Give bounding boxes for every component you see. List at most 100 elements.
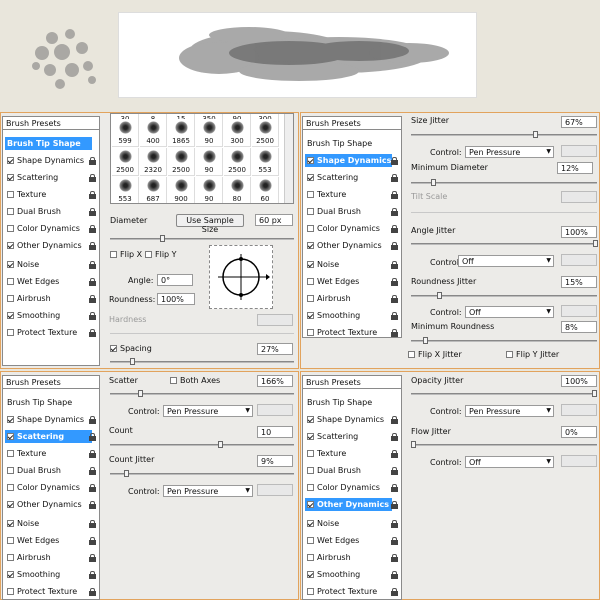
option-scattering[interactable]: Scattering bbox=[5, 171, 97, 184]
brush-tip-thumb[interactable]: 2500 bbox=[224, 148, 251, 176]
lock-icon[interactable] bbox=[89, 450, 96, 458]
lock-icon[interactable] bbox=[391, 329, 398, 337]
option-other-dynamics[interactable]: Other Dynamics bbox=[5, 239, 97, 252]
brush-tip-thumb[interactable]: 553 bbox=[112, 177, 139, 203]
brush-tip-thumb[interactable]: 2500 bbox=[252, 119, 279, 147]
checkbox[interactable] bbox=[7, 208, 14, 215]
spacing-checkbox[interactable]: Spacing bbox=[108, 344, 152, 353]
lock-icon[interactable] bbox=[89, 208, 96, 216]
flow-control-select[interactable]: Off bbox=[465, 456, 554, 468]
checkbox[interactable] bbox=[7, 157, 14, 164]
option-airbrush[interactable]: Airbrush bbox=[305, 292, 397, 305]
option-color-dynamics[interactable]: Color Dynamics bbox=[5, 222, 97, 235]
flip-y-jitter-checkbox[interactable]: Flip Y Jitter bbox=[504, 350, 559, 359]
lock-icon[interactable] bbox=[391, 225, 398, 233]
brush-presets-header[interactable]: Brush Presets bbox=[303, 376, 401, 389]
lock-icon[interactable] bbox=[391, 242, 398, 250]
count-input[interactable]: 10 bbox=[257, 426, 293, 438]
minimum-diameter-input[interactable]: 12% bbox=[557, 162, 593, 174]
angle-roundness-widget[interactable] bbox=[209, 245, 273, 309]
option-shape-dynamics[interactable]: Shape Dynamics bbox=[305, 413, 397, 426]
slider-thumb[interactable] bbox=[138, 390, 143, 397]
lock-icon[interactable] bbox=[391, 416, 398, 424]
option-dual-brush[interactable]: Dual Brush bbox=[5, 205, 97, 218]
roundness-jitter-slider[interactable] bbox=[411, 292, 597, 299]
lock-icon[interactable] bbox=[89, 520, 96, 528]
lock-icon[interactable] bbox=[89, 416, 96, 424]
option-wet-edges[interactable]: Wet Edges bbox=[305, 534, 397, 547]
option-texture[interactable]: Texture bbox=[305, 188, 397, 201]
checkbox[interactable] bbox=[7, 329, 14, 336]
diameter-slider[interactable] bbox=[110, 235, 294, 242]
slider-thumb[interactable] bbox=[411, 441, 416, 448]
brush-tip-thumb[interactable]: 90 bbox=[196, 148, 223, 176]
option-dual-brush[interactable]: Dual Brush bbox=[305, 464, 397, 477]
thumbnail-scrollbar[interactable] bbox=[284, 114, 293, 203]
lock-icon[interactable] bbox=[89, 261, 96, 269]
checkbox[interactable] bbox=[7, 174, 14, 181]
lock-icon[interactable] bbox=[391, 588, 398, 596]
lock-icon[interactable] bbox=[89, 295, 96, 303]
option-shape-dynamics[interactable]: Shape Dynamics bbox=[5, 154, 97, 167]
option-smoothing[interactable]: Smoothing bbox=[5, 568, 97, 581]
option-smoothing[interactable]: Smoothing bbox=[305, 568, 397, 581]
option-protect-texture[interactable]: Protect Texture bbox=[305, 585, 397, 598]
slider-thumb[interactable] bbox=[431, 179, 436, 186]
lock-icon[interactable] bbox=[391, 450, 398, 458]
lock-icon[interactable] bbox=[391, 208, 398, 216]
option-color-dynamics[interactable]: Color Dynamics bbox=[5, 481, 97, 494]
count-jitter-input[interactable]: 9% bbox=[257, 455, 293, 467]
roundness-input[interactable]: 100% bbox=[157, 293, 195, 305]
brush-tip-thumb[interactable]: 400 bbox=[140, 119, 167, 147]
flow-jitter-input[interactable]: 0% bbox=[561, 426, 597, 438]
option-wet-edges[interactable]: Wet Edges bbox=[5, 275, 97, 288]
count-slider[interactable] bbox=[110, 441, 294, 448]
lock-icon[interactable] bbox=[391, 501, 398, 509]
size-jitter-slider[interactable] bbox=[411, 131, 597, 138]
option-wet-edges[interactable]: Wet Edges bbox=[5, 534, 97, 547]
lock-icon[interactable] bbox=[89, 191, 96, 199]
lock-icon[interactable] bbox=[89, 312, 96, 320]
option-texture[interactable]: Texture bbox=[5, 188, 97, 201]
checkbox[interactable] bbox=[7, 261, 14, 268]
checkbox[interactable] bbox=[7, 295, 14, 302]
lock-icon[interactable] bbox=[391, 554, 398, 562]
brush-presets-header[interactable]: Brush Presets bbox=[303, 117, 401, 130]
lock-icon[interactable] bbox=[391, 261, 398, 269]
brush-presets-header[interactable]: Brush Presets bbox=[3, 376, 99, 389]
lock-icon[interactable] bbox=[89, 537, 96, 545]
option-scattering[interactable]: Scattering bbox=[305, 430, 397, 443]
option-noise[interactable]: Noise bbox=[305, 517, 397, 530]
lock-icon[interactable] bbox=[89, 484, 96, 492]
angle-control-select[interactable]: Off bbox=[458, 255, 554, 267]
option-noise[interactable]: Noise bbox=[305, 258, 397, 271]
slider-thumb[interactable] bbox=[593, 240, 598, 247]
lock-icon[interactable] bbox=[89, 433, 96, 441]
brush-tip-thumb[interactable]: 90 bbox=[196, 119, 223, 147]
tab-brush-tip-shape[interactable]: Brush Tip Shape bbox=[305, 137, 397, 150]
slider-thumb[interactable] bbox=[124, 470, 129, 477]
diameter-input[interactable]: 60 px bbox=[255, 214, 293, 226]
flip-y-checkbox[interactable]: Flip Y bbox=[143, 250, 177, 259]
angle-jitter-slider[interactable] bbox=[411, 240, 598, 247]
option-scattering[interactable]: Scattering bbox=[5, 430, 92, 443]
option-color-dynamics[interactable]: Color Dynamics bbox=[305, 222, 397, 235]
lock-icon[interactable] bbox=[391, 312, 398, 320]
spacing-slider[interactable] bbox=[110, 358, 294, 365]
lock-icon[interactable] bbox=[89, 174, 96, 182]
size-jitter-input[interactable]: 67% bbox=[561, 116, 597, 128]
lock-icon[interactable] bbox=[391, 174, 398, 182]
brush-tip-thumb[interactable]: 300 bbox=[224, 119, 251, 147]
option-wet-edges[interactable]: Wet Edges bbox=[305, 275, 397, 288]
brush-tip-thumb[interactable]: 687 bbox=[140, 177, 167, 203]
angle-input[interactable]: 0° bbox=[157, 274, 193, 286]
option-other-dynamics[interactable]: Other Dynamics bbox=[5, 498, 97, 511]
option-protect-texture[interactable]: Protect Texture bbox=[305, 326, 397, 339]
brush-tip-thumb[interactable]: 900 bbox=[168, 177, 195, 203]
option-dual-brush[interactable]: Dual Brush bbox=[5, 464, 97, 477]
option-shape-dynamics[interactable]: Shape Dynamics bbox=[305, 154, 392, 167]
opacity-jitter-slider[interactable] bbox=[411, 390, 597, 397]
lock-icon[interactable] bbox=[89, 588, 96, 596]
lock-icon[interactable] bbox=[391, 571, 398, 579]
option-color-dynamics[interactable]: Color Dynamics bbox=[305, 481, 397, 494]
